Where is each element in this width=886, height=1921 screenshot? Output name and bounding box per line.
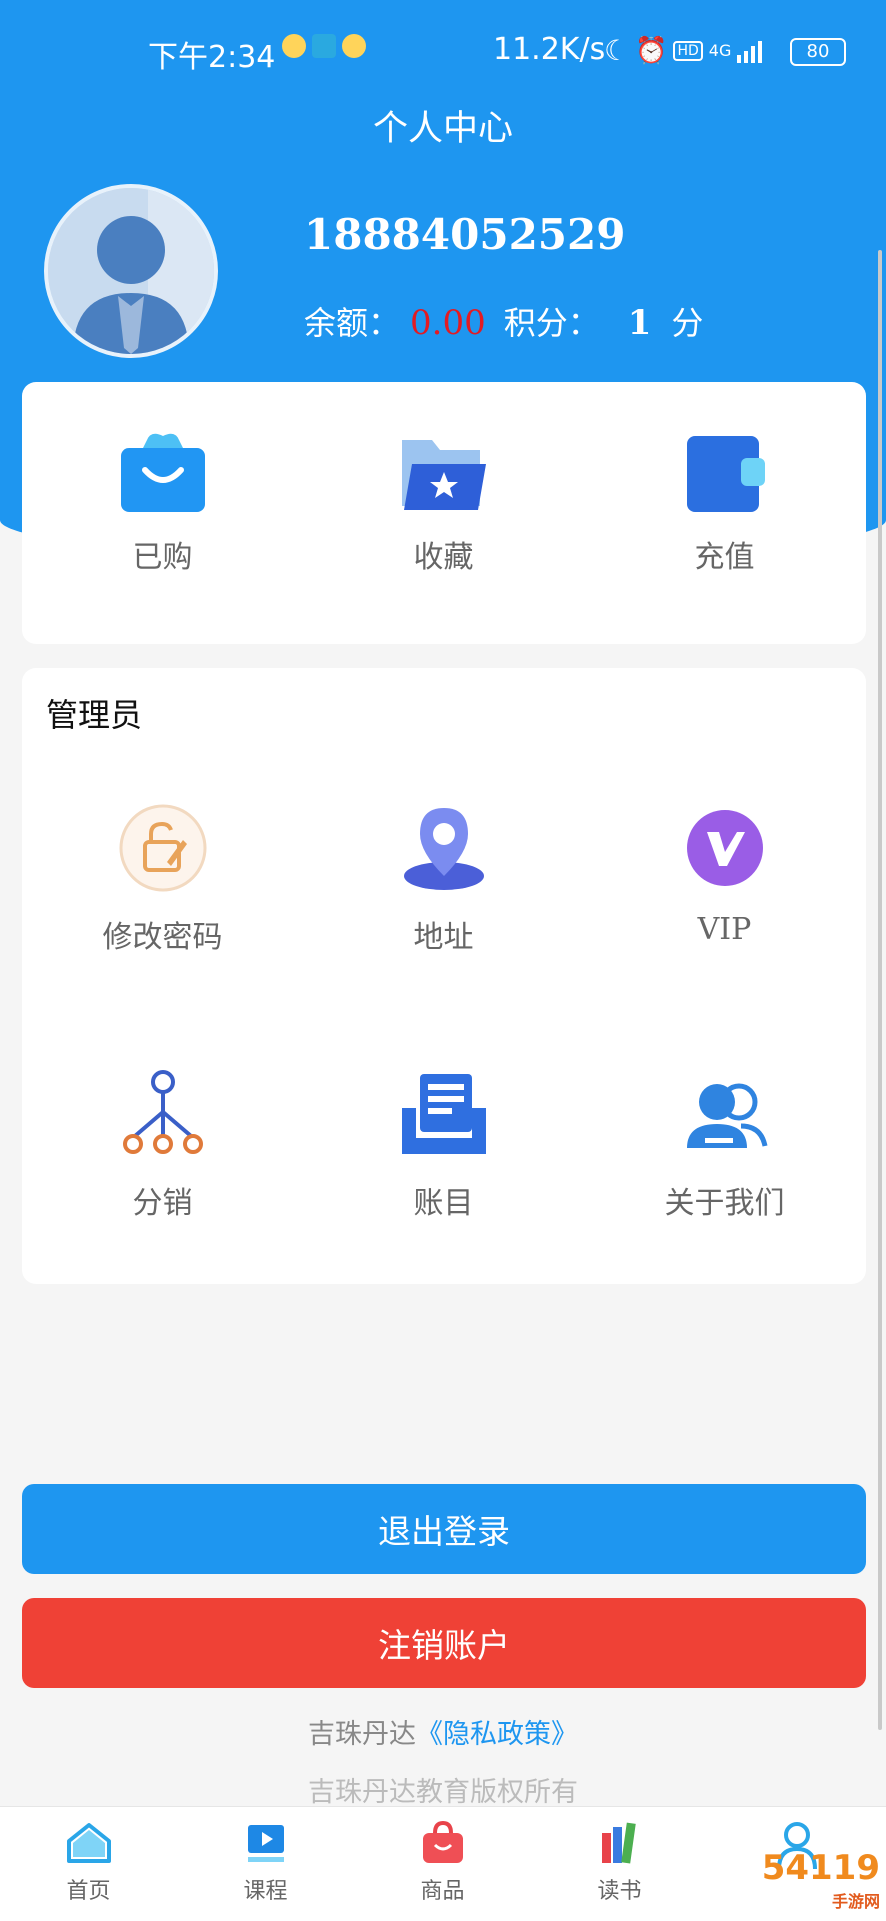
privacy-policy-link[interactable]: 《隐私政策》 <box>416 1719 578 1750</box>
address-button[interactable]: 地址 <box>303 802 584 956</box>
recharge-button[interactable]: 充值 <box>584 430 865 576</box>
bottom-tabbar: 首页 课程 商品 读书 <box>0 1806 886 1921</box>
distribution-button[interactable]: 分销 <box>22 1068 303 1222</box>
tab-home-label: 首页 <box>66 1879 111 1904</box>
address-label: 地址 <box>413 920 474 955</box>
location-pin-icon <box>403 808 484 890</box>
watermark-brand: 54119 <box>761 1848 880 1888</box>
recharge-label: 充值 <box>694 540 755 575</box>
books-icon <box>601 1822 636 1864</box>
points-value: 1 <box>627 303 652 343</box>
ledger-button[interactable]: 账目 <box>303 1068 584 1222</box>
battery-icon: 80 <box>790 38 846 66</box>
folder-star-icon <box>401 440 486 510</box>
tab-products[interactable]: 商品 <box>354 1820 531 1905</box>
tab-reading-label: 读书 <box>597 1879 642 1904</box>
notification-face-icon <box>342 34 366 58</box>
ledger-label: 账目 <box>413 1186 474 1221</box>
status-bar: 下午2:34 11.2K/s ☾ ⏰ HD 4G 80 <box>0 0 886 100</box>
shop-bag-icon <box>422 1820 463 1863</box>
alarm-icon: ⏰ <box>635 35 668 66</box>
about-users-icon <box>686 1083 767 1148</box>
copyright-text: 吉珠丹达教育版权所有 <box>308 1777 578 1808</box>
change-password-button[interactable]: 修改密码 <box>22 802 303 956</box>
about-us-button[interactable]: 关于我们 <box>584 1068 865 1222</box>
delete-account-button[interactable]: 注销账户 <box>22 1598 866 1688</box>
points-unit: 分 <box>671 304 704 342</box>
tab-courses-label: 课程 <box>243 1879 288 1904</box>
ledger-icon <box>401 1074 486 1154</box>
distribution-label: 分销 <box>132 1186 193 1221</box>
tab-products-label: 商品 <box>420 1879 465 1904</box>
shopping-bag-icon <box>120 433 205 512</box>
notification-icons <box>282 34 366 58</box>
purchased-button[interactable]: 已购 <box>22 430 303 576</box>
logout-button[interactable]: 退出登录 <box>22 1484 866 1574</box>
user-avatar-icon <box>48 188 214 354</box>
vip-button[interactable]: VIP <box>584 802 865 947</box>
tab-home[interactable]: 首页 <box>0 1821 177 1905</box>
vip-icon <box>686 810 763 886</box>
change-password-label: 修改密码 <box>102 920 223 955</box>
scrollbar[interactable] <box>878 250 882 1730</box>
favorites-label: 收藏 <box>413 540 474 575</box>
balance-row: 余额： 0.00 积分： 1 分 <box>304 298 703 344</box>
quick-actions-card: 已购 收藏 充值 <box>22 382 866 644</box>
admin-section-title: 管理员 <box>46 696 143 734</box>
edit-lock-icon <box>119 804 206 892</box>
system-icons: ☾ ⏰ HD 4G <box>604 34 767 67</box>
points-label: 积分： <box>503 304 600 342</box>
signal-bars-icon <box>737 40 763 63</box>
favorites-button[interactable]: 收藏 <box>303 430 584 576</box>
about-us-label: 关于我们 <box>664 1186 785 1221</box>
admin-card: 管理员 修改密码 地址 VIP 分销 账目 关于我们 <box>22 668 866 1284</box>
signal-icon: 4G <box>708 41 732 60</box>
status-time: 下午2:34 <box>148 40 276 75</box>
wallet-icon <box>686 436 765 512</box>
moon-icon: ☾ <box>604 34 630 67</box>
home-icon <box>66 1823 111 1863</box>
distribution-tree-icon <box>122 1070 203 1154</box>
vip-label: VIP <box>697 912 752 947</box>
notification-app-icon <box>282 34 306 58</box>
boss-app-icon <box>312 34 336 58</box>
tab-reading[interactable]: 读书 <box>531 1821 708 1905</box>
avatar[interactable] <box>44 184 218 358</box>
balance-value: 0.00 <box>410 303 486 343</box>
hd-icon: HD <box>673 40 703 61</box>
privacy-line: 吉珠丹达《隐私政策》 <box>0 1712 886 1751</box>
video-course-icon <box>247 1825 284 1862</box>
watermark-logo: 54119 手游网 <box>762 1848 880 1912</box>
network-speed: 11.2K/s <box>493 32 606 67</box>
user-phone: 18884052529 <box>304 210 626 259</box>
privacy-prefix: 吉珠丹达 <box>308 1719 416 1750</box>
balance-label: 余额： <box>304 304 401 342</box>
page-title: 个人中心 <box>372 109 513 149</box>
tab-courses[interactable]: 课程 <box>177 1821 354 1905</box>
watermark-sub: 手游网 <box>831 1892 880 1911</box>
purchased-label: 已购 <box>132 540 193 575</box>
